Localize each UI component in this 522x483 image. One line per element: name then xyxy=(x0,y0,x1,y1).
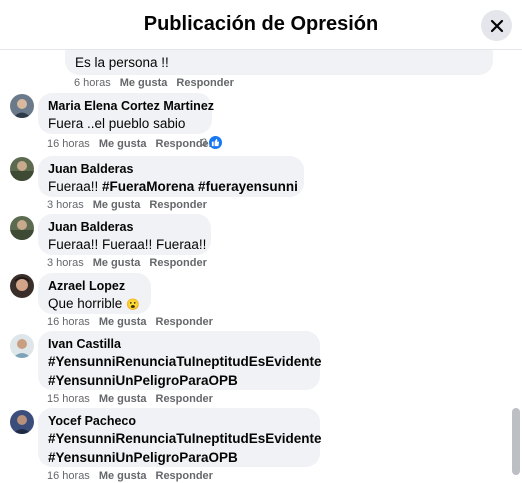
comment-bubble: Maria Elena Cortez Martinez Fuera ..el p… xyxy=(38,93,214,134)
comment-hashtags[interactable]: #FueraMorena #fuerayensunni xyxy=(102,179,298,194)
comment-text: #YensunniRenunciaTuIneptitudEsEvidente xyxy=(48,352,322,371)
comment-text: #YensunniUnPeligroParaOPB xyxy=(48,448,310,467)
comment-author[interactable]: Ivan Castilla xyxy=(48,337,310,352)
like-link[interactable]: Me gusta xyxy=(120,77,168,89)
comment-author[interactable]: Yocef Pacheco xyxy=(48,414,310,429)
avatar[interactable] xyxy=(10,94,34,118)
comment-time[interactable]: 16 horas xyxy=(47,470,90,482)
comment-text: Fuerаа!! Fuerаа!! Fuerаа!! xyxy=(48,237,207,252)
comment-hashtag[interactable]: #YensunniUnPeligroParaOPB xyxy=(48,373,238,388)
comment-meta: 16 horas Me gusta Responder xyxy=(47,469,222,483)
comment-time[interactable]: 16 horas xyxy=(47,316,90,328)
comment-bubble: Juan Balderas Fuerаа!! Fuerаа!! Fuerаа!! xyxy=(38,214,211,255)
comment-meta: 3 horas Me gusta Responder xyxy=(47,198,216,212)
comment-text: #YensunniUnPeligroParaOPB xyxy=(48,371,310,390)
like-link[interactable]: Me gusta xyxy=(99,138,147,150)
dialog-title: Publicación de Opresión xyxy=(143,13,379,35)
comment-meta: 3 horas Me gusta Responder xyxy=(47,256,216,270)
comment-text: #YensunniRenunciaTuIneptitudEsEvidente xyxy=(48,429,322,448)
comment-text-plain: Que horrible xyxy=(48,296,123,311)
comment-text: Fuera ..el pueblo sabio xyxy=(48,116,186,131)
comment-bubble: Yocef Pacheco #YensunniRenunciaTuIneptit… xyxy=(38,408,322,467)
reply-link[interactable]: Responder xyxy=(156,316,213,328)
close-icon xyxy=(490,19,503,32)
comment-hashtag[interactable]: #YensunniUnPeligroParaOPB xyxy=(48,450,238,465)
comment-time[interactable]: 3 horas xyxy=(47,257,84,269)
comment-author[interactable]: Juan Balderas xyxy=(48,220,201,235)
avatar[interactable] xyxy=(10,216,34,240)
like-link[interactable]: Me gusta xyxy=(93,199,141,211)
comment-author[interactable]: Maria Elena Cortez Martinez xyxy=(48,99,214,114)
comment-text: Fuerаа!! #FueraMorena #fuerayensunni xyxy=(48,177,298,196)
comment-meta: 15 horas Me gusta Responder xyxy=(47,392,222,406)
comment-author[interactable]: Juan Balderas xyxy=(48,162,294,177)
avatar[interactable] xyxy=(10,410,34,434)
comment-time[interactable]: 3 horas xyxy=(47,199,84,211)
comment-text: Que horrible 😮 xyxy=(48,294,141,315)
like-link[interactable]: Me gusta xyxy=(99,470,147,482)
comment-author[interactable]: Azrael Lopez xyxy=(48,279,141,294)
reaction-number: 3 xyxy=(201,136,208,149)
reply-link[interactable]: Responder xyxy=(156,393,213,405)
avatar[interactable] xyxy=(10,157,34,181)
reply-link[interactable]: Responder xyxy=(149,257,206,269)
comment-bubble: Ivan Castilla #YensunniRenunciaTuIneptit… xyxy=(38,331,322,390)
comment-hashtag[interactable]: #YensunniRenunciaTuIneptitudEsEvidente xyxy=(48,354,322,369)
reply-link[interactable]: Responder xyxy=(176,77,233,89)
like-link[interactable]: Me gusta xyxy=(93,257,141,269)
comment-hashtag[interactable]: #YensunniRenunciaTuIneptitudEsEvidente xyxy=(48,431,322,446)
comment-meta: 16 horas Me gusta Responder xyxy=(47,315,222,329)
scrollbar-thumb[interactable] xyxy=(512,408,520,475)
surprised-emoji-icon: 😮 xyxy=(126,299,140,311)
like-link[interactable]: Me gusta xyxy=(99,393,147,405)
like-icon xyxy=(209,136,223,149)
comment-bubble: Juan Balderas Fuerаа!! #FueraMorena #fue… xyxy=(38,156,304,197)
comments-feed: Es la persona !! 6 horas Me gusta Responde… xyxy=(0,0,522,482)
reaction-count[interactable]: 3 xyxy=(201,136,223,149)
comment-meta: 16 horas Me gusta Responder xyxy=(47,137,222,151)
comment-time[interactable]: 6 horas xyxy=(74,77,111,89)
close-button[interactable] xyxy=(481,10,512,41)
reply-link[interactable]: Responder xyxy=(149,199,206,211)
comment-text-plain: Fuerаа!! xyxy=(48,179,103,194)
reply-link[interactable]: Responder xyxy=(156,470,213,482)
avatar[interactable] xyxy=(10,334,34,358)
dialog-header: Publicación de Opresión xyxy=(0,0,522,50)
comment-bubble: Azrael Lopez Que horrible 😮 xyxy=(38,273,151,314)
comment-time[interactable]: 15 horas xyxy=(47,393,90,405)
comment-meta: 6 horas Me gusta Responder xyxy=(74,76,243,90)
comment-time[interactable]: 16 horas xyxy=(47,138,90,150)
like-link[interactable]: Me gusta xyxy=(99,316,147,328)
avatar[interactable] xyxy=(10,274,34,298)
